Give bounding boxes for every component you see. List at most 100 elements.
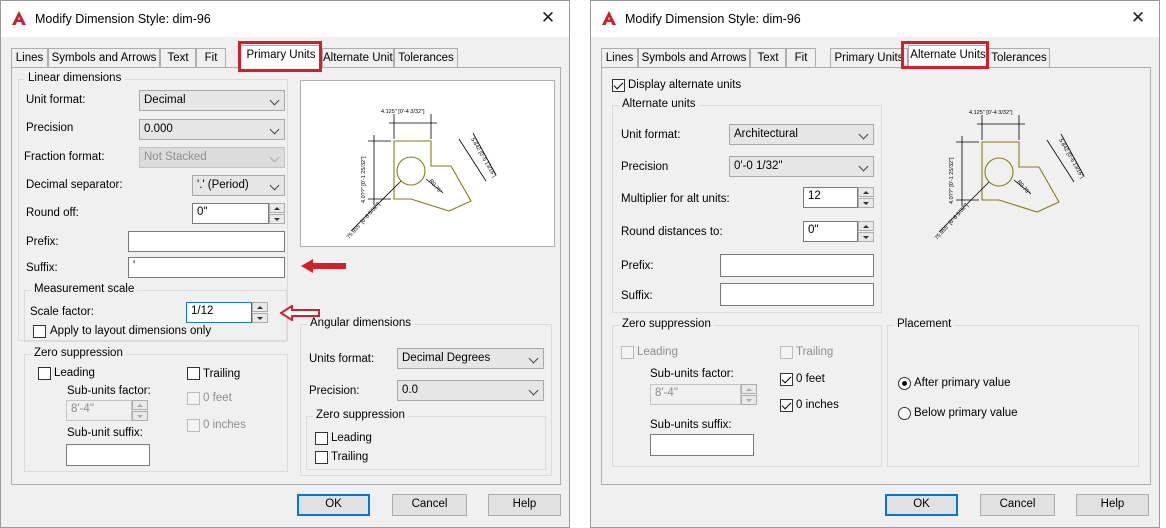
alt-suffix-input[interactable] <box>720 283 874 306</box>
tab-fit[interactable]: Fit <box>786 48 816 68</box>
multiplier-spinner[interactable]: 12 <box>803 187 874 208</box>
angular-trailing-checkbox[interactable] <box>315 451 328 464</box>
group-title: Angular dimensions <box>307 317 415 329</box>
alt-unit-format-select[interactable]: Architectural <box>729 124 874 145</box>
chevron-down-icon <box>269 180 280 191</box>
spinner-buttons <box>269 203 285 224</box>
unit-format-select[interactable]: Decimal <box>139 90 285 111</box>
after-primary-label: After primary value <box>914 377 1011 389</box>
precision-select[interactable]: 0.000 <box>139 119 285 140</box>
alt-zero-inches-checkbox[interactable] <box>780 399 793 412</box>
tab-alternate-units[interactable]: Alternate Units <box>908 45 988 68</box>
tab-symbols-arrows[interactable]: Symbols and Arrows <box>638 48 750 68</box>
alt-subunits-factor-spinner[interactable]: 8'-4" <box>650 384 757 405</box>
spin-down-icon[interactable] <box>252 313 268 323</box>
help-button[interactable]: Help <box>1076 494 1149 516</box>
spin-up-icon[interactable] <box>858 221 874 231</box>
spin-up-icon[interactable] <box>252 302 268 312</box>
alt-leading-checkbox[interactable] <box>621 346 634 359</box>
group-title: Placement <box>894 318 955 330</box>
chevron-down-icon <box>269 124 280 135</box>
alt-trailing-checkbox[interactable] <box>780 346 793 359</box>
display-alternate-checkbox[interactable] <box>612 79 625 92</box>
angular-leading-label: Leading <box>331 432 372 444</box>
tab-symbols-arrows[interactable]: Symbols and Arrows <box>48 48 160 68</box>
alt-precision-select[interactable]: 0'-0 1/32" <box>729 156 874 177</box>
angular-units-format-select[interactable]: Decimal Degrees <box>397 348 544 369</box>
spinner-value[interactable]: 1/12 <box>186 302 252 323</box>
zero-feet-checkbox[interactable] <box>187 392 200 405</box>
tab-lines[interactable]: Lines <box>601 48 638 68</box>
suffix-input[interactable]: ' <box>128 257 285 278</box>
spin-up-icon[interactable] <box>858 187 874 197</box>
tab-fit[interactable]: Fit <box>196 48 226 68</box>
apply-layout-checkbox[interactable] <box>33 325 46 338</box>
tab-panel: Display alternate units Alternate units … <box>601 67 1151 485</box>
alt-prefix-input[interactable] <box>720 254 874 277</box>
zero-feet-label: 0 feet <box>203 392 232 404</box>
spinner-value[interactable]: 0" <box>803 221 858 242</box>
multiplier-label: Multiplier for alt units: <box>621 193 730 205</box>
preview-pane: 4.125" [0'-4 3/32"] 4.0??" [0'-1 25/32"]… <box>300 80 555 247</box>
tab-lines[interactable]: Lines <box>11 48 48 68</box>
preview-label-left: 4.0??" [0'-1 25/32"] <box>361 156 367 203</box>
leading-checkbox[interactable] <box>38 367 51 380</box>
group-title: Zero suppression <box>31 347 126 359</box>
spin-up-icon[interactable] <box>269 203 285 213</box>
primary-units-dialog: Modify Dimension Style: dim-96 ✕ Lines S… <box>0 0 570 528</box>
below-primary-radio[interactable] <box>898 407 911 420</box>
close-button[interactable]: ✕ <box>1127 7 1149 29</box>
ok-button[interactable]: OK <box>885 494 958 516</box>
ok-button[interactable]: OK <box>297 494 370 516</box>
chevron-down-icon <box>858 161 869 172</box>
spin-up-icon[interactable] <box>132 400 148 410</box>
prefix-input[interactable] <box>128 231 285 252</box>
alt-zero-feet-checkbox[interactable] <box>780 373 793 386</box>
tab-strip: Lines Symbols and Arrows Text Fit Primar… <box>11 45 561 68</box>
red-arrow-icon <box>301 259 346 273</box>
tab-alternate-units[interactable]: Alternate Units <box>322 48 394 68</box>
angular-precision-select[interactable]: 0.0 <box>397 380 544 401</box>
zero-inches-checkbox[interactable] <box>187 419 200 432</box>
after-primary-radio[interactable] <box>898 377 911 390</box>
tab-tolerances[interactable]: Tolerances <box>988 48 1050 68</box>
fraction-format-select[interactable]: Not Stacked <box>139 147 285 168</box>
spinner-value[interactable]: 8'-4" <box>66 400 132 421</box>
spin-down-icon[interactable] <box>741 395 757 405</box>
select-value: '.' (Period) <box>197 179 249 191</box>
alt-subunits-suffix-label: Sub-units suffix: <box>650 419 732 431</box>
suffix-label: Suffix: <box>26 262 58 274</box>
tab-primary-units[interactable]: Primary Units <box>240 45 322 68</box>
cancel-button[interactable]: Cancel <box>392 494 467 516</box>
scale-factor-spinner[interactable]: 1/12 <box>186 302 268 323</box>
chevron-down-icon <box>269 152 280 163</box>
subunits-factor-spinner[interactable]: 8'-4" <box>66 400 148 421</box>
spin-up-icon[interactable] <box>741 384 757 394</box>
spinner-buttons <box>741 384 757 405</box>
autocad-logo-icon <box>12 11 26 25</box>
select-value: Architectural <box>734 128 798 140</box>
tab-text[interactable]: Text <box>750 48 786 68</box>
chevron-down-icon <box>528 385 539 396</box>
spinner-value[interactable]: 8'-4" <box>650 384 741 405</box>
round-distances-spinner[interactable]: 0" <box>803 221 874 242</box>
close-button[interactable]: ✕ <box>537 7 559 29</box>
trailing-checkbox[interactable] <box>187 367 200 380</box>
round-off-spinner[interactable]: 0" <box>192 203 285 224</box>
spin-down-icon[interactable] <box>858 198 874 208</box>
angular-trailing-label: Trailing <box>331 451 369 463</box>
angular-leading-checkbox[interactable] <box>315 432 328 445</box>
help-button[interactable]: Help <box>488 494 561 516</box>
cancel-button[interactable]: Cancel <box>980 494 1055 516</box>
spin-down-icon[interactable] <box>269 214 285 224</box>
tab-tolerances[interactable]: Tolerances <box>394 48 458 68</box>
spin-down-icon[interactable] <box>132 411 148 421</box>
tab-text[interactable]: Text <box>160 48 196 68</box>
spinner-value[interactable]: 0" <box>192 203 269 224</box>
alt-subunits-suffix-input[interactable] <box>650 434 754 456</box>
spinner-value[interactable]: 12 <box>803 187 858 208</box>
subunit-suffix-input[interactable] <box>66 444 150 466</box>
spin-down-icon[interactable] <box>858 232 874 242</box>
tab-primary-units[interactable]: Primary Units <box>830 48 908 68</box>
decimal-separator-select[interactable]: '.' (Period) <box>192 175 285 196</box>
